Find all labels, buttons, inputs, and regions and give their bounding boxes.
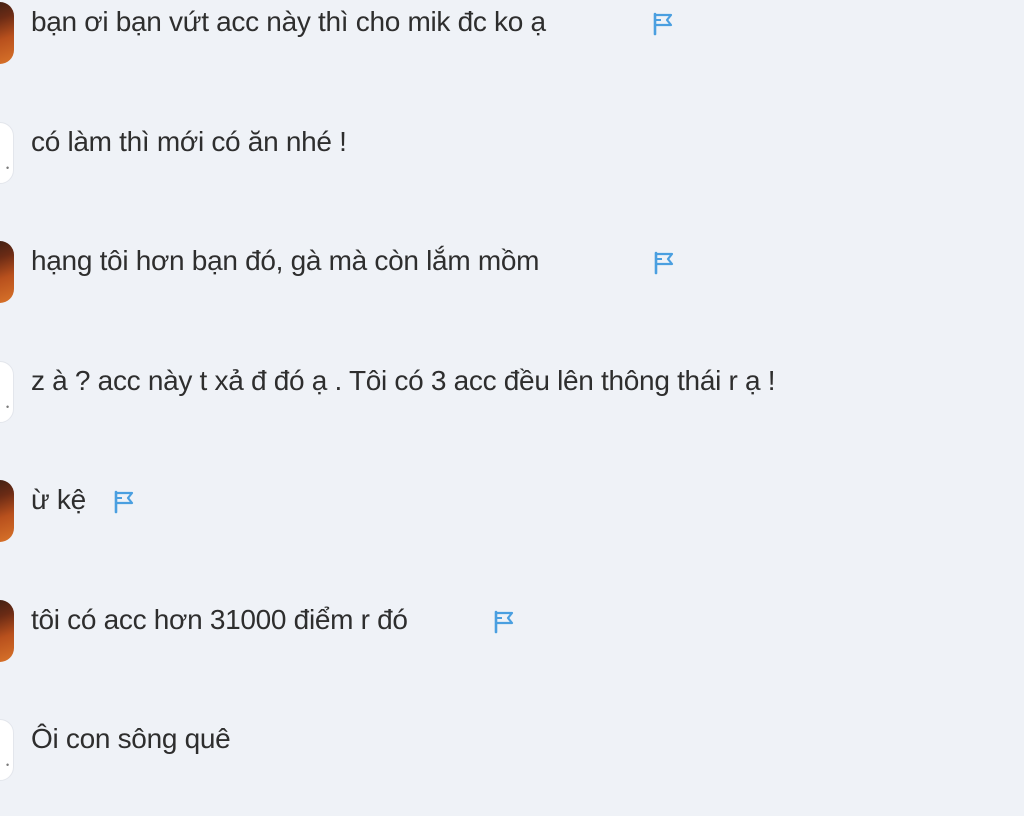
avatar[interactable]: • [0,361,14,423]
message-item: tôi có acc hơn 31000 điểm r đó [0,598,1024,668]
flag-icon[interactable] [111,489,137,515]
avatar[interactable] [0,241,14,303]
message-text: Ôi con sông quê [31,723,231,754]
chat-message-list: bạn ơi bạn vứt acc này thì cho mik đc ko… [0,0,1024,816]
avatar[interactable]: • [0,122,14,184]
avatar[interactable] [0,600,14,662]
message-item: • Ôi con sông quê [0,717,1024,787]
avatar[interactable] [0,480,14,542]
flag-icon[interactable] [491,609,517,635]
flag-icon[interactable] [650,11,676,37]
flag-icon[interactable] [651,250,677,276]
message-text: ừ kệ [31,484,86,515]
message-item: • có làm thì mới có ăn nhé ! [0,120,1024,190]
message-item: • z à ? acc này t xả đ đó ạ . Tôi có 3 a… [0,359,1024,429]
message-text: bạn ơi bạn vứt acc này thì cho mik đc ko… [31,6,546,37]
message-text: tôi có acc hơn 31000 điểm r đó [31,604,408,635]
avatar[interactable] [0,2,14,64]
message-text: có làm thì mới có ăn nhé ! [31,126,347,157]
message-item: ừ kệ [0,478,1024,548]
message-text: z à ? acc này t xả đ đó ạ . Tôi có 3 acc… [31,365,776,396]
message-item: bạn ơi bạn vứt acc này thì cho mik đc ko… [0,0,1024,70]
avatar[interactable]: • [0,719,14,781]
message-item: hạng tôi hơn bạn đó, gà mà còn lắm mồm [0,239,1024,309]
message-text: hạng tôi hơn bạn đó, gà mà còn lắm mồm [31,245,540,276]
